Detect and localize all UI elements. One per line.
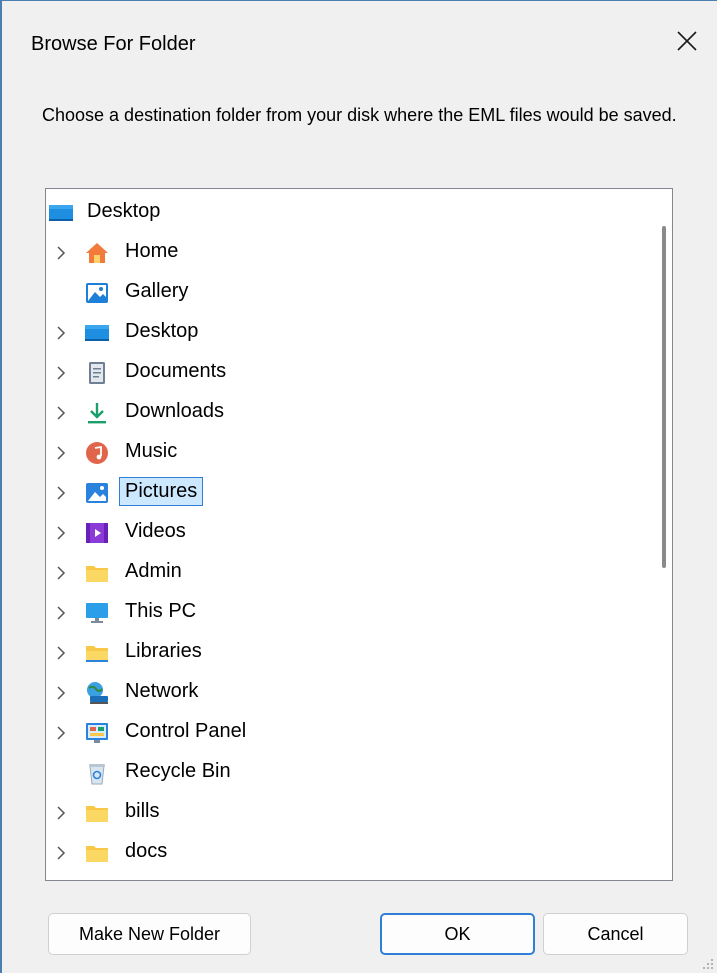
chevron-right-icon[interactable] [52, 713, 70, 753]
libraries-icon [84, 640, 110, 666]
folder-icon [84, 560, 110, 586]
tree-item-label: Music [125, 440, 178, 462]
tree-item-label: Downloads [125, 400, 224, 422]
tree-item-label: Desktop [125, 320, 199, 342]
tree-item[interactable]: Libraries [46, 633, 646, 673]
chevron-right-icon[interactable] [52, 593, 70, 633]
tree-item-label: Gallery [125, 280, 189, 302]
tree-item-label: bills [125, 800, 160, 822]
tree-item-label: Videos [125, 520, 186, 542]
recycle-bin-icon [84, 760, 110, 786]
folder-tree[interactable]: Desktop Home Gallery Desktop Documents Downlo… [45, 188, 673, 881]
tree-item[interactable]: Videos [46, 513, 646, 553]
chevron-right-icon[interactable] [52, 513, 70, 553]
folder-icon [84, 880, 110, 881]
tree-item[interactable]: docs [46, 833, 646, 873]
instructions-text: Choose a destination folder from your di… [42, 105, 677, 125]
desktop-icon [48, 200, 74, 226]
chevron-right-icon[interactable] [52, 353, 70, 393]
gallery-icon [84, 280, 110, 306]
make-new-folder-button[interactable]: Make New Folder [48, 913, 251, 955]
home-icon [84, 240, 110, 266]
videos-icon [84, 520, 110, 546]
title-bar: Browse For Folder [2, 1, 717, 77]
control-panel-icon [84, 720, 110, 746]
close-button[interactable] [657, 11, 717, 71]
browse-for-folder-dialog: Browse For Folder Choose a destination f… [0, 0, 717, 973]
documents-icon [84, 360, 110, 386]
pictures-icon [84, 480, 110, 506]
downloads-icon [84, 400, 110, 426]
tree-item-label: Documents [125, 360, 227, 382]
folder-icon [84, 840, 110, 866]
close-icon [677, 31, 697, 51]
dialog-title: Browse For Folder [31, 33, 196, 55]
this-pc-icon [84, 600, 110, 626]
tree-item-label: Desktop [87, 200, 161, 222]
folder-icon [84, 800, 110, 826]
tree-item-label: Recycle Bin [125, 760, 231, 782]
chevron-right-icon[interactable] [52, 433, 70, 473]
tree-item[interactable]: Desktop [46, 313, 646, 353]
tree-item-label: Home [125, 240, 179, 262]
tree-item[interactable]: Recycle Bin [46, 753, 646, 793]
tree-item[interactable]: Network [46, 673, 646, 713]
scrollbar-thumb[interactable] [662, 226, 666, 568]
tree-item[interactable]: bills [46, 793, 646, 833]
tree-item[interactable]: This PC [46, 593, 646, 633]
chevron-right-icon[interactable] [52, 673, 70, 713]
cancel-button[interactable]: Cancel [543, 913, 688, 955]
chevron-right-icon[interactable] [52, 393, 70, 433]
music-icon [84, 440, 110, 466]
network-icon [84, 680, 110, 706]
tree-item[interactable]: Home [46, 233, 646, 273]
tree-item-label: Admin [125, 560, 182, 582]
chevron-right-icon[interactable] [52, 833, 70, 873]
chevron-right-icon[interactable] [52, 553, 70, 593]
desktop-icon [84, 320, 110, 346]
ok-button[interactable]: OK [380, 913, 535, 955]
tree-item-label: Network [125, 680, 199, 702]
tree-item-label: Pictures [119, 477, 204, 506]
tree-item[interactable]: Desktop [46, 193, 646, 233]
resize-grip-icon[interactable] [702, 958, 714, 970]
tree-item[interactable]: Documents [46, 353, 646, 393]
chevron-right-icon[interactable] [52, 313, 70, 353]
tree-item-label: docs [125, 840, 168, 862]
chevron-right-icon[interactable] [52, 633, 70, 673]
tree-item[interactable]: Downloads [46, 393, 646, 433]
tree-item-label: Control Panel [125, 720, 247, 742]
vertical-scrollbar[interactable] [656, 189, 672, 880]
chevron-right-icon[interactable] [52, 473, 70, 513]
tree-item[interactable]: Admin [46, 553, 646, 593]
tree-item-label: This PC [125, 600, 197, 622]
tree-item-label: Libraries [125, 640, 202, 662]
tree-item[interactable]: Control Panel [46, 713, 646, 753]
tree-item[interactable]: Gallery [46, 273, 646, 313]
chevron-right-icon[interactable] [52, 233, 70, 273]
tree-item[interactable]: Music [46, 433, 646, 473]
tree-item[interactable]: Pictures [46, 473, 646, 513]
chevron-right-icon[interactable] [52, 793, 70, 833]
